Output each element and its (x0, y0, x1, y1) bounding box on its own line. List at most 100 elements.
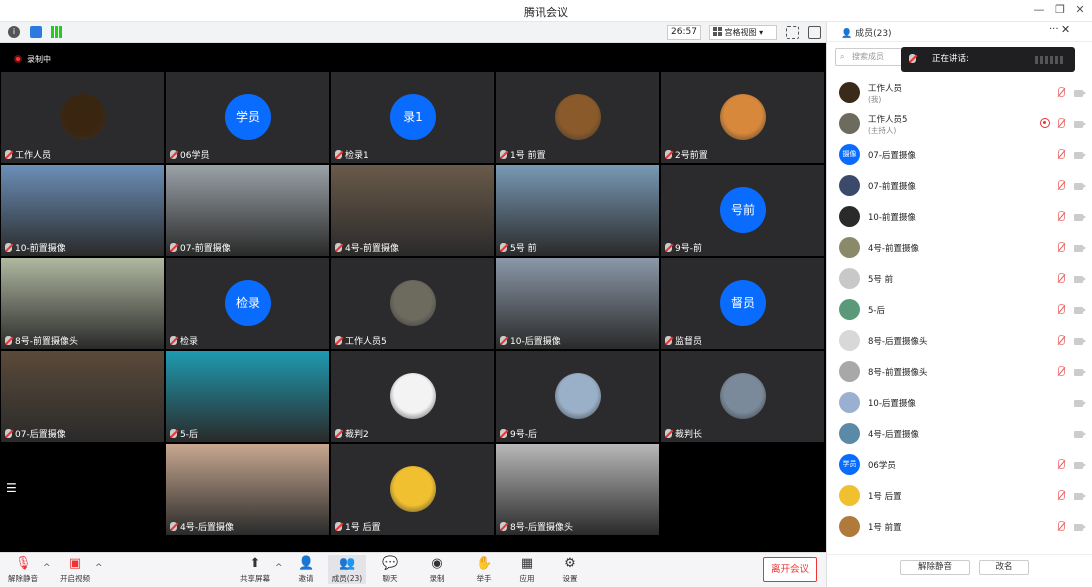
member-row[interactable]: 07-前置摄像 (827, 172, 1092, 203)
chat-button[interactable]: 💬 聊天 (377, 556, 403, 584)
video-tile[interactable]: 检录 检录 (166, 258, 329, 349)
camera-icon[interactable] (1074, 462, 1083, 469)
camera-icon[interactable] (1074, 214, 1083, 221)
member-row[interactable]: 5-后 (827, 296, 1092, 327)
video-tile[interactable]: 录1 检录1 (331, 72, 494, 163)
camera-icon[interactable] (1074, 431, 1083, 438)
mic-muted-icon[interactable] (1057, 490, 1065, 501)
video-tile[interactable]: 5号 前 (496, 165, 659, 256)
video-tile[interactable]: 4号-前置摄像 (331, 165, 494, 256)
close-icon[interactable]: ✕ (1073, 3, 1087, 17)
fullscreen-icon[interactable] (786, 26, 799, 39)
member-row[interactable]: 工作人员5 (主持人) (827, 110, 1092, 141)
chevron-up-icon[interactable]: ^ (275, 563, 283, 573)
start-video-button[interactable]: ▣ 开启视频 (58, 556, 92, 584)
close-panel-icon[interactable]: ✕ (1061, 23, 1070, 36)
layout-icon[interactable] (808, 26, 821, 39)
camera-icon[interactable] (1074, 338, 1083, 345)
video-tile[interactable]: 8号-前置摄像头 (1, 258, 164, 349)
member-row[interactable]: 摄像 07-后置摄像 (827, 141, 1092, 172)
video-tile[interactable]: 1号 前置 (496, 72, 659, 163)
mic-muted-icon[interactable] (1057, 521, 1065, 532)
mic-muted-icon[interactable] (1057, 87, 1065, 98)
mic-muted-icon[interactable] (1057, 304, 1065, 315)
video-tile[interactable]: 10-后置摄像 (496, 258, 659, 349)
mic-muted-icon[interactable] (1057, 180, 1065, 191)
minimize-icon[interactable]: — (1032, 3, 1046, 17)
signal-icon[interactable] (51, 26, 63, 38)
unmute-all-button[interactable]: 解除静音 (900, 560, 970, 575)
video-tile[interactable]: 工作人员 (1, 72, 164, 163)
camera-icon[interactable] (1074, 152, 1083, 159)
mic-muted-icon[interactable] (1057, 273, 1065, 284)
more-icon[interactable]: ··· (1049, 24, 1059, 35)
mic-muted-icon[interactable] (1057, 118, 1065, 129)
member-row[interactable]: 10-前置摄像 (827, 203, 1092, 234)
member-row[interactable]: 5号 前 (827, 265, 1092, 296)
audio-wave-icon (1035, 56, 1065, 64)
members-button[interactable]: 👥 成员(23) (328, 555, 366, 584)
member-row[interactable]: 10-后置摄像 (827, 389, 1092, 420)
restore-icon[interactable]: ❐ (1053, 3, 1067, 17)
video-tile[interactable]: 07-后置摄像 (1, 351, 164, 442)
camera-icon[interactable] (1074, 276, 1083, 283)
camera-icon[interactable] (1074, 493, 1083, 500)
member-row[interactable]: 4号-后置摄像 (827, 420, 1092, 451)
video-tile[interactable]: 07-前置摄像 (166, 165, 329, 256)
camera-icon[interactable] (1074, 307, 1083, 314)
member-row[interactable]: 学员 06学员 (827, 451, 1092, 482)
video-tile[interactable]: 学员 06学员 (166, 72, 329, 163)
member-row[interactable]: 1号 后置 (827, 482, 1092, 513)
camera-icon[interactable] (1074, 90, 1083, 97)
video-tile[interactable]: 督员 监督员 (661, 258, 824, 349)
video-tile[interactable]: 4号-后置摄像 (166, 444, 329, 535)
mic-muted-icon[interactable] (1057, 242, 1065, 253)
video-tile[interactable]: 裁判长 (661, 351, 824, 442)
member-row[interactable]: 工作人员 (我) (827, 79, 1092, 110)
camera-icon[interactable] (1074, 183, 1083, 190)
camera-icon[interactable] (1074, 245, 1083, 252)
video-tile[interactable]: 10-前置摄像 (1, 165, 164, 256)
video-tile[interactable]: 8号-后置摄像头 (496, 444, 659, 535)
mic-muted-icon[interactable] (1057, 211, 1065, 222)
member-row[interactable]: 1号 前置 (827, 513, 1092, 544)
member-row[interactable]: 8号-后置摄像头 (827, 327, 1092, 358)
mic-muted-icon[interactable] (1057, 335, 1065, 346)
camera-icon[interactable] (1074, 369, 1083, 376)
video-tile[interactable] (1, 444, 164, 535)
view-mode-button[interactable]: 宫格视图 ▾ (709, 25, 777, 40)
mic-muted-icon[interactable] (1057, 149, 1065, 160)
member-row[interactable]: 4号-前置摄像 (827, 234, 1092, 265)
settings-button[interactable]: ⚙ 设置 (557, 556, 583, 584)
list-icon[interactable]: ☰ (6, 481, 17, 495)
camera-icon[interactable] (1074, 524, 1083, 531)
video-tile[interactable]: 1号 后置 (331, 444, 494, 535)
camera-icon[interactable] (1074, 400, 1083, 407)
chevron-up-icon[interactable]: ^ (43, 563, 51, 573)
leave-meeting-button[interactable]: 离开会议 (763, 557, 817, 582)
video-tile[interactable] (661, 444, 824, 535)
participant-name: 裁判长 (665, 427, 702, 440)
shield-icon[interactable] (30, 26, 42, 38)
video-tile[interactable]: 裁判2 (331, 351, 494, 442)
video-tile[interactable]: 号前 9号-前 (661, 165, 824, 256)
info-icon[interactable]: i (8, 26, 20, 38)
member-name: 4号-前置摄像 (868, 244, 919, 254)
avatar (60, 94, 106, 140)
unmute-button[interactable]: 🎙 解除静音 (6, 556, 40, 584)
apps-button[interactable]: ▦ 应用 (514, 556, 540, 584)
video-tile[interactable]: 2号前置 (661, 72, 824, 163)
video-tile[interactable]: 工作人员5 (331, 258, 494, 349)
chevron-up-icon[interactable]: ^ (95, 563, 103, 573)
mic-muted-icon[interactable] (1057, 366, 1065, 377)
rename-button[interactable]: 改名 (979, 560, 1029, 575)
video-tile[interactable]: 9号-后 (496, 351, 659, 442)
record-button[interactable]: ◉ 录制 (424, 556, 450, 584)
mic-muted-icon[interactable] (1057, 459, 1065, 470)
raise-hand-button[interactable]: ✋ 举手 (471, 556, 497, 584)
video-tile[interactable]: 5-后 (166, 351, 329, 442)
camera-icon[interactable] (1074, 121, 1083, 128)
invite-button[interactable]: 👤 邀请 (293, 556, 319, 584)
share-screen-button[interactable]: ⬆ 共享屏幕 (238, 556, 272, 584)
member-row[interactable]: 8号-前置摄像头 (827, 358, 1092, 389)
